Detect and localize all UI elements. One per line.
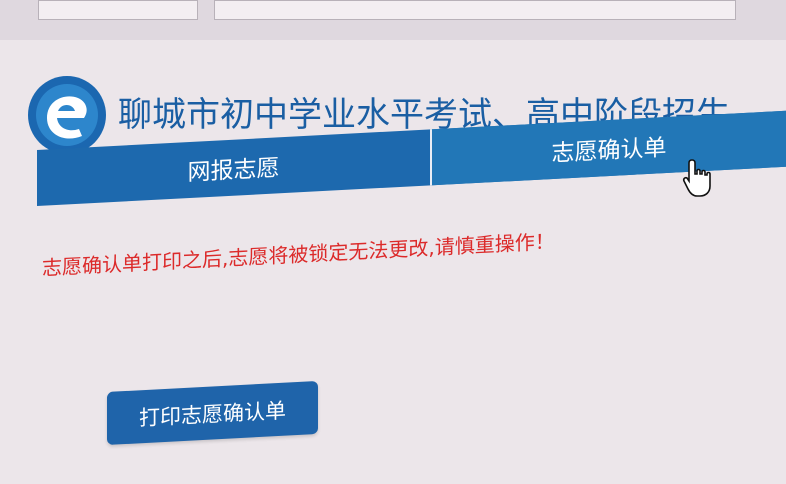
lock-warning-message: 志愿确认单打印之后,志愿将被锁定无法更改,请慎重操作！ [42,229,555,280]
hand-pointer-icon [682,159,711,197]
print-confirmation-button[interactable]: 打印志愿确认单 [107,380,318,445]
browser-toolbar-strip [0,0,786,40]
toolbar-box-left[interactable] [38,0,198,20]
toolbar-box-address[interactable] [214,0,736,20]
site-logo-icon [28,76,106,154]
